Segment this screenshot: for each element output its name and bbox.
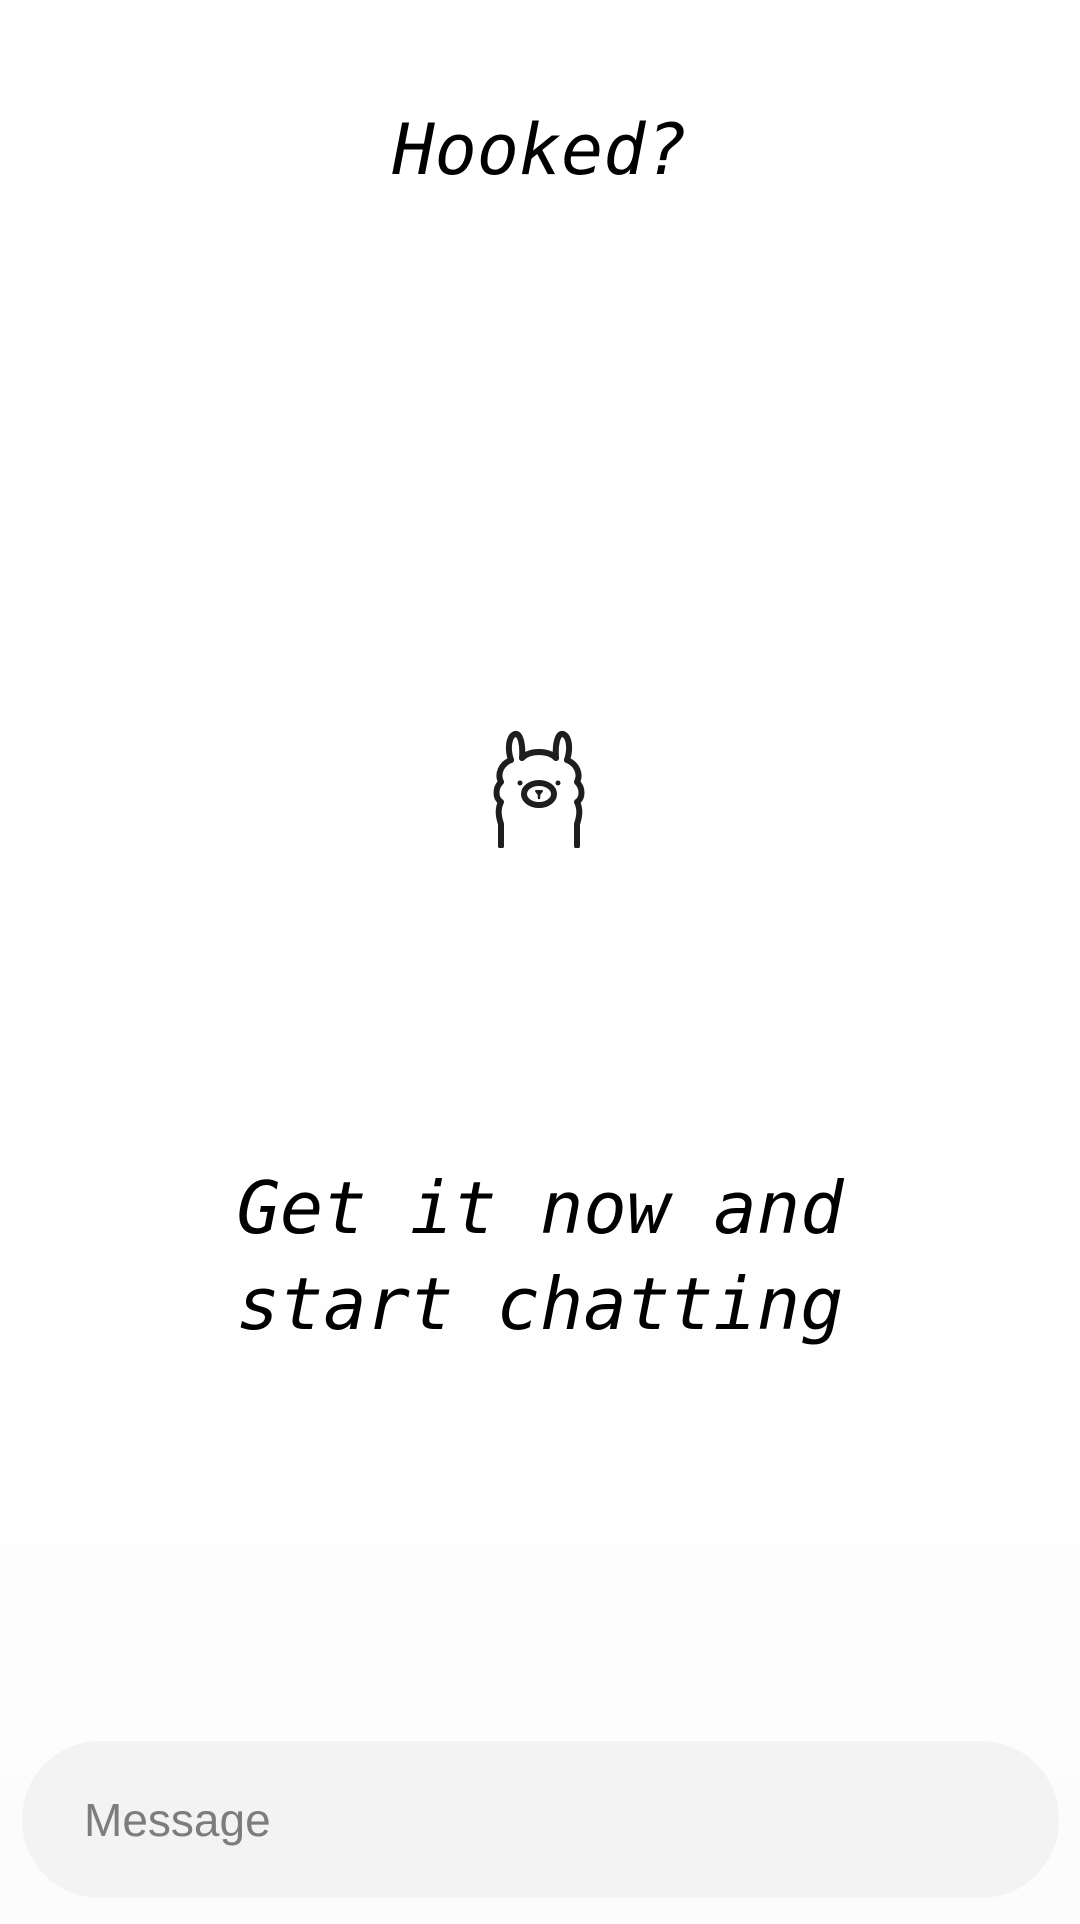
onboarding-screen: Hooked? Get it now and start chatting <box>0 0 1080 1924</box>
message-input[interactable] <box>84 1741 1004 1898</box>
headline: Hooked? <box>392 109 688 191</box>
llama-icon <box>489 728 589 849</box>
tagline: Get it now and start chatting <box>0 1160 1080 1352</box>
tagline-line-1: Get it now and <box>236 1166 844 1250</box>
message-composer[interactable] <box>22 1741 1059 1898</box>
tagline-line-2: start chatting <box>236 1262 844 1346</box>
